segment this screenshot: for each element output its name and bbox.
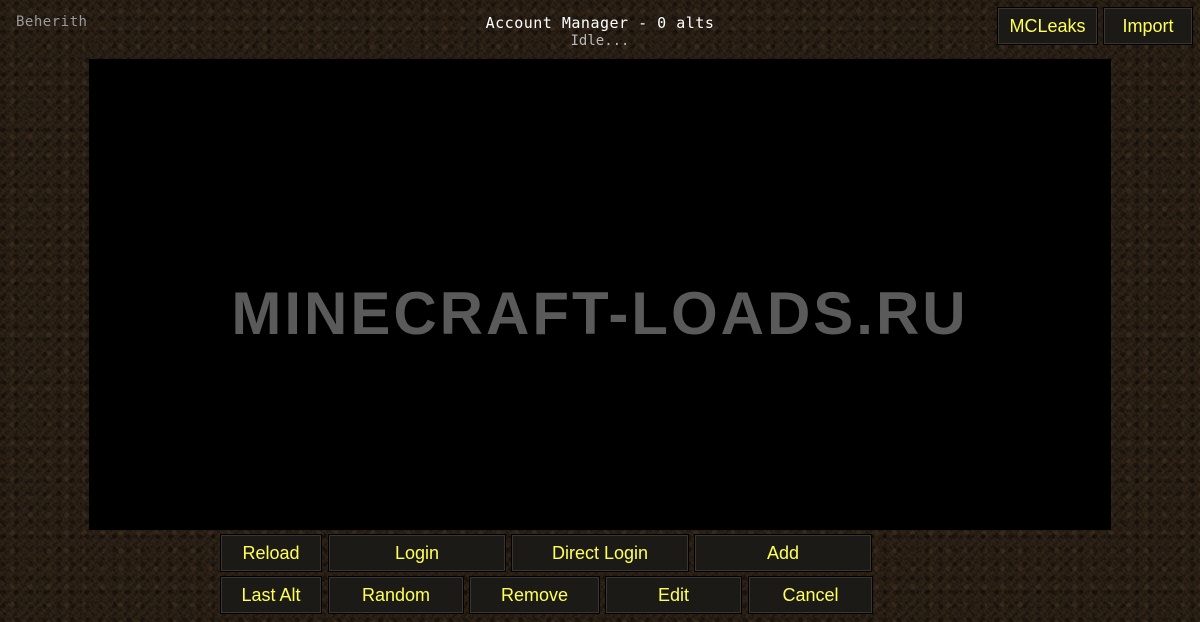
remove-button[interactable]: Remove bbox=[469, 576, 600, 614]
import-button[interactable]: Import bbox=[1103, 7, 1193, 45]
account-list[interactable]: MINECRAFT-LOADS.RU bbox=[89, 59, 1111, 530]
login-button[interactable]: Login bbox=[328, 534, 506, 572]
mcleaks-button[interactable]: MCLeaks bbox=[997, 7, 1098, 45]
add-button[interactable]: Add bbox=[694, 534, 872, 572]
last-alt-button[interactable]: Last Alt bbox=[220, 576, 322, 614]
edit-button[interactable]: Edit bbox=[605, 576, 742, 614]
direct-login-button[interactable]: Direct Login bbox=[511, 534, 689, 572]
reload-button[interactable]: Reload bbox=[220, 534, 322, 572]
random-button[interactable]: Random bbox=[328, 576, 464, 614]
watermark-text: MINECRAFT-LOADS.RU bbox=[231, 280, 969, 347]
cancel-button[interactable]: Cancel bbox=[748, 576, 873, 614]
